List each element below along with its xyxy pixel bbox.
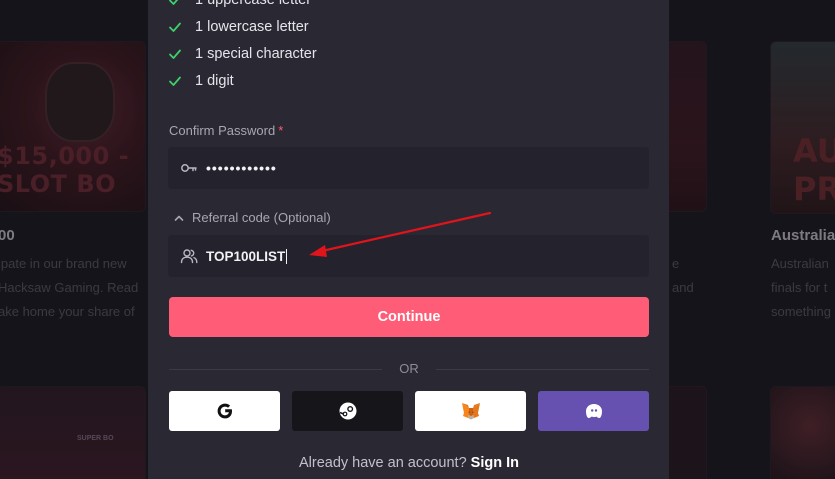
ghost-icon <box>585 404 602 419</box>
referral-code-value[interactable]: TOP100LIST <box>206 249 285 264</box>
signin-link[interactable]: Sign In <box>471 455 519 471</box>
confirm-password-value[interactable]: •••••••••••• <box>206 160 277 176</box>
password-requirement-item: 1 digit <box>168 71 234 91</box>
or-divider: OR <box>169 361 649 377</box>
google-login-button[interactable] <box>169 391 280 431</box>
steam-login-button[interactable] <box>292 391 403 431</box>
promo-card-description-line: e <box>672 256 680 271</box>
continue-button[interactable]: Continue <box>169 297 649 337</box>
promo-card-description-line: ipate in our brand new <box>0 256 127 271</box>
check-icon <box>169 22 181 32</box>
google-icon <box>217 403 232 419</box>
metamask-login-button[interactable] <box>415 391 526 431</box>
divider-line <box>436 369 649 370</box>
password-requirement-item: 1 lowercase letter <box>168 17 309 37</box>
password-requirement-label: 1 special character <box>195 46 317 62</box>
promo-banner-text: $15,000 - SLOT BO <box>0 142 130 198</box>
promo-card-description-line: finals for t <box>771 280 828 295</box>
steam-icon <box>339 402 356 420</box>
promo-card-banner: SUPER BO <box>0 386 146 479</box>
password-requirement-label: 1 lowercase letter <box>195 19 309 35</box>
confirm-password-label-text: Confirm Password <box>169 123 276 138</box>
promo-card-description-line: ake home your share of <box>0 304 135 319</box>
referral-code-toggle-label: Referral code (Optional) <box>192 210 331 225</box>
chevron-up-icon <box>174 215 184 221</box>
password-requirement-label: 1 uppercase letter <box>195 0 312 8</box>
text-caret <box>286 248 288 264</box>
check-icon <box>169 0 179 5</box>
password-requirement-item: 1 special character <box>168 44 317 64</box>
check-icon <box>169 49 181 59</box>
signin-prompt: Already have an account? Sign In <box>169 455 649 471</box>
promo-banner-text: SUPER BO <box>77 435 114 442</box>
confirm-password-label: Confirm Password * <box>169 123 283 138</box>
promo-card-banner: $15,000 - SLOT BO <box>0 41 146 212</box>
key-icon <box>181 164 197 172</box>
password-requirement-item: 1 uppercase letter <box>168 0 311 10</box>
referral-code-toggle[interactable]: Referral code (Optional) <box>174 210 331 225</box>
required-marker: * <box>278 123 284 138</box>
referral-code-field[interactable]: TOP100LIST <box>168 235 649 277</box>
promo-banner-text: AU PR <box>793 132 835 208</box>
promo-card-description-line: Hacksaw Gaming. Read <box>0 280 139 295</box>
check-icon <box>169 76 181 86</box>
promo-card-description-line: and <box>672 280 694 295</box>
promo-card-description-line: Australian <box>771 256 829 271</box>
promo-card-title: Australia <box>771 227 835 244</box>
password-requirement-label: 1 digit <box>195 73 234 89</box>
ghost-login-button[interactable] <box>538 391 649 431</box>
promo-card-banner: AU PR <box>770 41 835 214</box>
signup-modal: 1 uppercase letter 1 lowercase letter 1 … <box>148 0 669 479</box>
metamask-icon <box>461 403 480 420</box>
promo-mascot-image <box>45 62 115 142</box>
promo-card-title: 00 <box>0 227 15 244</box>
promo-card-banner <box>770 386 835 479</box>
signin-prompt-text: Already have an account? <box>298 455 467 471</box>
confirm-password-field[interactable]: •••••••••••• <box>168 147 649 189</box>
users-icon <box>180 249 198 264</box>
promo-card-description-line: something <box>771 304 831 319</box>
